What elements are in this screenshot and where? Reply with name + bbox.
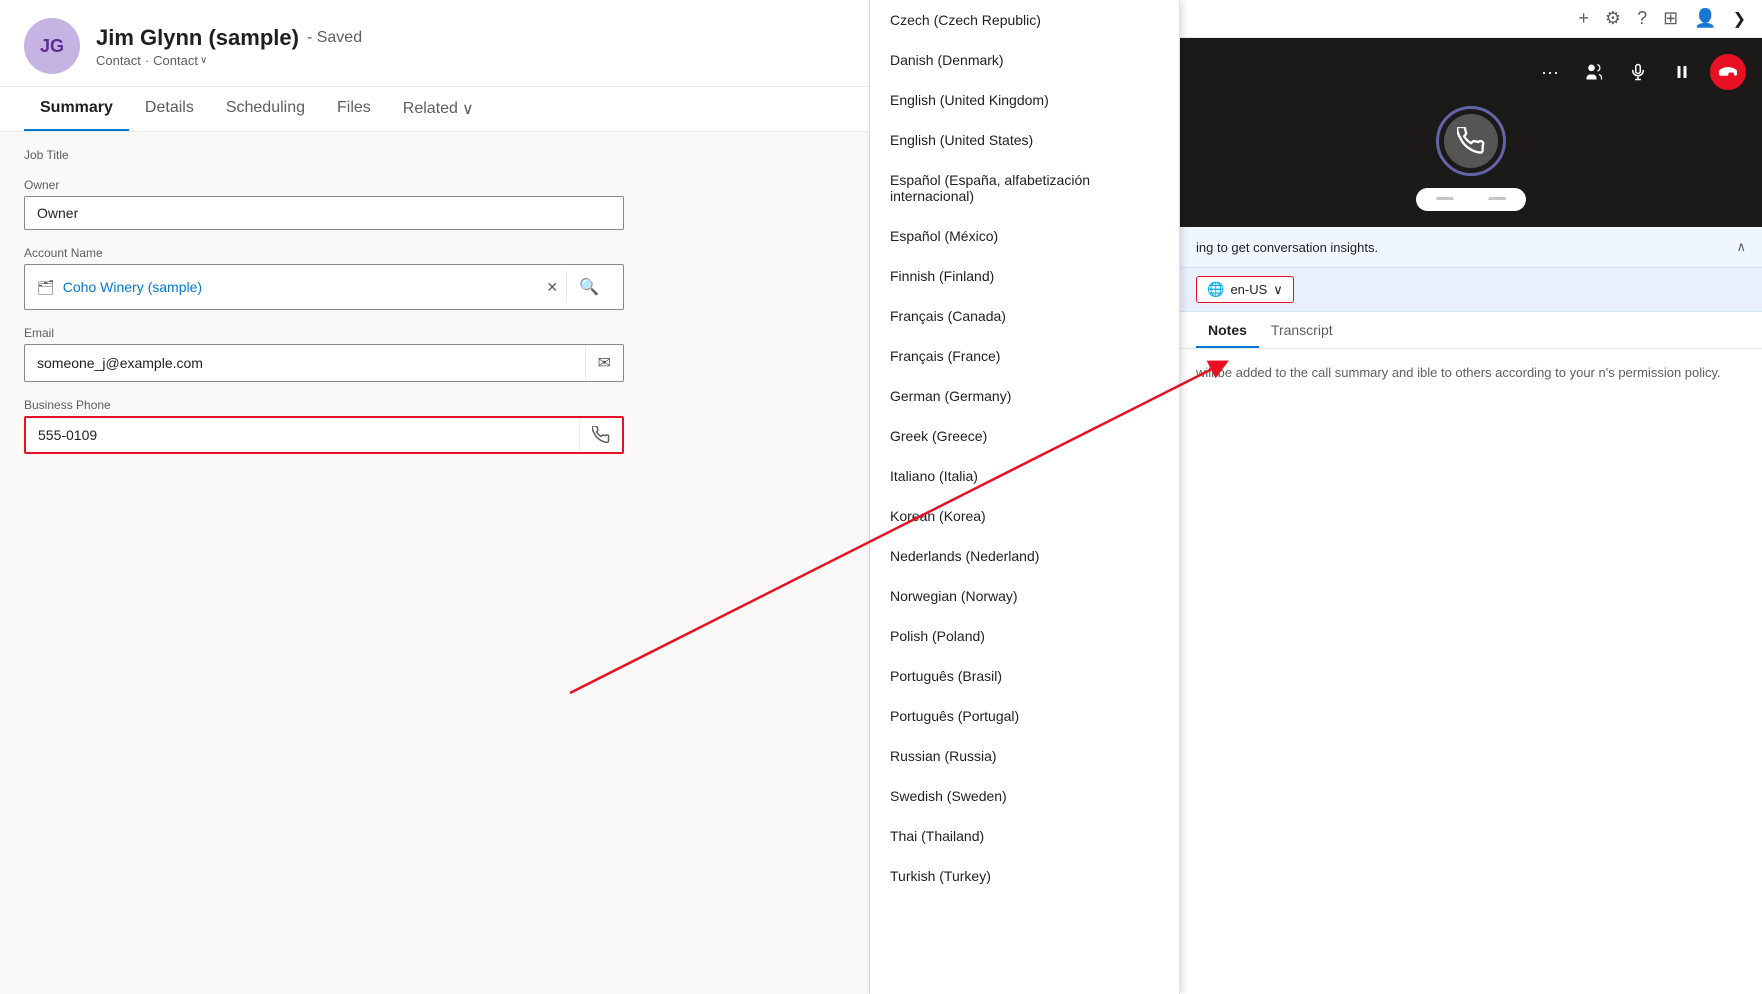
lang-selector-chevron-icon: ∨ <box>1273 282 1283 298</box>
call-end-button[interactable] <box>1710 54 1746 90</box>
form-body: Job Title Owner Owner Account Name 🗂 Coh… <box>0 132 869 994</box>
tab-files[interactable]: Files <box>321 87 387 131</box>
language-selector-button[interactable]: 🌐 en-US ∨ <box>1196 276 1294 303</box>
language-code: en-US <box>1230 282 1267 297</box>
tab-summary[interactable]: Summary <box>24 87 129 131</box>
email-field: Email someone_j@example.com ✉ <box>24 326 845 382</box>
topbar-help-icon[interactable]: ? <box>1637 8 1647 29</box>
lang-italiano[interactable]: Italiano (Italia) <box>870 456 1179 496</box>
call-panel: + ⚙ ? ⊞ 👤 ❯ ··· <box>1180 0 1762 994</box>
lang-russian[interactable]: Russian (Russia) <box>870 736 1179 776</box>
record-subtitle: Contact · Contact ∨ <box>96 53 362 68</box>
business-phone-input[interactable]: 555-0109 <box>24 416 624 454</box>
lang-norwegian[interactable]: Norwegian (Norway) <box>870 576 1179 616</box>
email-send-icon[interactable]: ✉ <box>585 345 623 381</box>
lang-selector-row: 🌐 en-US ∨ <box>1180 268 1762 312</box>
call-people-icon[interactable] <box>1578 56 1610 88</box>
account-record-icon: 🗂 <box>37 279 55 296</box>
phone-value: 555-0109 <box>26 419 579 451</box>
lang-greek[interactable]: Greek (Greece) <box>870 416 1179 456</box>
lang-francais-france[interactable]: Français (France) <box>870 336 1179 376</box>
category-chevron-icon: ∨ <box>200 55 207 66</box>
account-name-field: Account Name 🗂 Coho Winery (sample) ✕ 🔍 <box>24 246 845 310</box>
record-name: Jim Glynn (sample) <box>96 25 299 51</box>
tab-transcript[interactable]: Transcript <box>1259 312 1345 348</box>
insights-panel: ing to get conversation insights. ∧ <box>1180 227 1762 268</box>
topbar-plus-icon[interactable]: + <box>1578 8 1589 29</box>
tab-scheduling[interactable]: Scheduling <box>210 87 321 131</box>
subtitle-dot: · <box>145 53 149 68</box>
email-input[interactable]: someone_j@example.com ✉ <box>24 344 624 382</box>
notes-body: will be added to the call summary and ib… <box>1180 349 1762 994</box>
lang-portuguese-portugal[interactable]: Português (Portugal) <box>870 696 1179 736</box>
lang-portuguese-brasil[interactable]: Português (Brasil) <box>870 656 1179 696</box>
notes-tabs: Notes Transcript <box>1180 312 1762 349</box>
owner-label: Owner <box>24 178 845 192</box>
call-pause-icon[interactable] <box>1666 56 1698 88</box>
account-name-label: Account Name <box>24 246 845 260</box>
job-title-field: Job Title <box>24 148 845 162</box>
avatar: JG <box>24 18 80 74</box>
email-value: someone_j@example.com <box>25 347 585 379</box>
lang-english-uk[interactable]: English (United Kingdom) <box>870 80 1179 120</box>
lang-danish[interactable]: Danish (Denmark) <box>870 40 1179 80</box>
subtitle-type: Contact <box>96 53 141 68</box>
lang-turkish[interactable]: Turkish (Turkey) <box>870 856 1179 896</box>
tab-notes[interactable]: Notes <box>1196 312 1259 348</box>
globe-icon: 🌐 <box>1207 281 1224 298</box>
email-label: Email <box>24 326 845 340</box>
lang-espanol-espana[interactable]: Español (España, alfabetización internac… <box>870 160 1179 216</box>
crm-panel: JG Jim Glynn (sample) - Saved Contact · … <box>0 0 870 994</box>
tab-related[interactable]: Related ∨ <box>387 87 490 131</box>
record-title: Jim Glynn (sample) - Saved Contact · Con… <box>96 25 362 68</box>
account-search-icon[interactable]: 🔍 <box>566 271 611 303</box>
topbar-person-icon[interactable]: 👤 <box>1694 8 1716 29</box>
subtitle-category: Contact <box>153 53 198 68</box>
call-avatar-inner <box>1444 114 1498 168</box>
record-category-link[interactable]: Contact ∨ <box>153 53 207 68</box>
lang-thai[interactable]: Thai (Thailand) <box>870 816 1179 856</box>
saved-badge: - Saved <box>307 29 362 47</box>
call-mic-icon[interactable] <box>1622 56 1654 88</box>
lang-dutch[interactable]: Nederlands (Nederland) <box>870 536 1179 576</box>
tab-navigation: Summary Details Scheduling Files Related… <box>0 87 869 132</box>
business-phone-label: Business Phone <box>24 398 845 412</box>
lang-espanol-mexico[interactable]: Español (México) <box>870 216 1179 256</box>
record-header: JG Jim Glynn (sample) - Saved Contact · … <box>0 0 869 87</box>
call-more-options-icon[interactable]: ··· <box>1534 56 1566 88</box>
owner-value[interactable]: Owner <box>24 196 624 230</box>
related-chevron-icon: ∨ <box>462 99 474 119</box>
lang-finnish[interactable]: Finnish (Finland) <box>870 256 1179 296</box>
tab-details[interactable]: Details <box>129 87 210 131</box>
job-title-label: Job Title <box>24 148 845 162</box>
account-name-input[interactable]: 🗂 Coho Winery (sample) ✕ 🔍 <box>24 264 624 310</box>
topbar-chevron-icon[interactable]: ❯ <box>1733 9 1746 29</box>
call-interface: ··· <box>1180 38 1762 227</box>
lang-korean[interactable]: Korean (Korea) <box>870 496 1179 536</box>
lang-francais-canada[interactable]: Français (Canada) <box>870 296 1179 336</box>
call-avatar-ring <box>1436 106 1506 176</box>
lang-german[interactable]: German (Germany) <box>870 376 1179 416</box>
language-dropdown[interactable]: Czech (Czech Republic) Danish (Denmark) … <box>870 0 1180 994</box>
mute-pill <box>1416 188 1526 211</box>
lang-czech[interactable]: Czech (Czech Republic) <box>870 0 1179 40</box>
lang-swedish[interactable]: Swedish (Sweden) <box>870 776 1179 816</box>
account-clear-button[interactable]: ✕ <box>546 279 558 296</box>
account-name-link[interactable]: Coho Winery (sample) <box>63 279 535 295</box>
phone-call-icon[interactable] <box>579 418 622 452</box>
insights-expand-icon[interactable]: ∧ <box>1736 239 1746 255</box>
call-controls-top: ··· <box>1196 54 1746 90</box>
topbar-remote-icon[interactable]: ⊞ <box>1663 8 1678 29</box>
owner-field: Owner Owner <box>24 178 845 230</box>
business-phone-field: Business Phone 555-0109 <box>24 398 845 454</box>
insights-text: ing to get conversation insights. <box>1196 240 1378 255</box>
topbar-gear-icon[interactable]: ⚙ <box>1605 8 1621 29</box>
lang-english-us[interactable]: English (United States) <box>870 120 1179 160</box>
call-topbar: + ⚙ ? ⊞ 👤 ❯ <box>1180 0 1762 38</box>
lang-polish[interactable]: Polish (Poland) <box>870 616 1179 656</box>
